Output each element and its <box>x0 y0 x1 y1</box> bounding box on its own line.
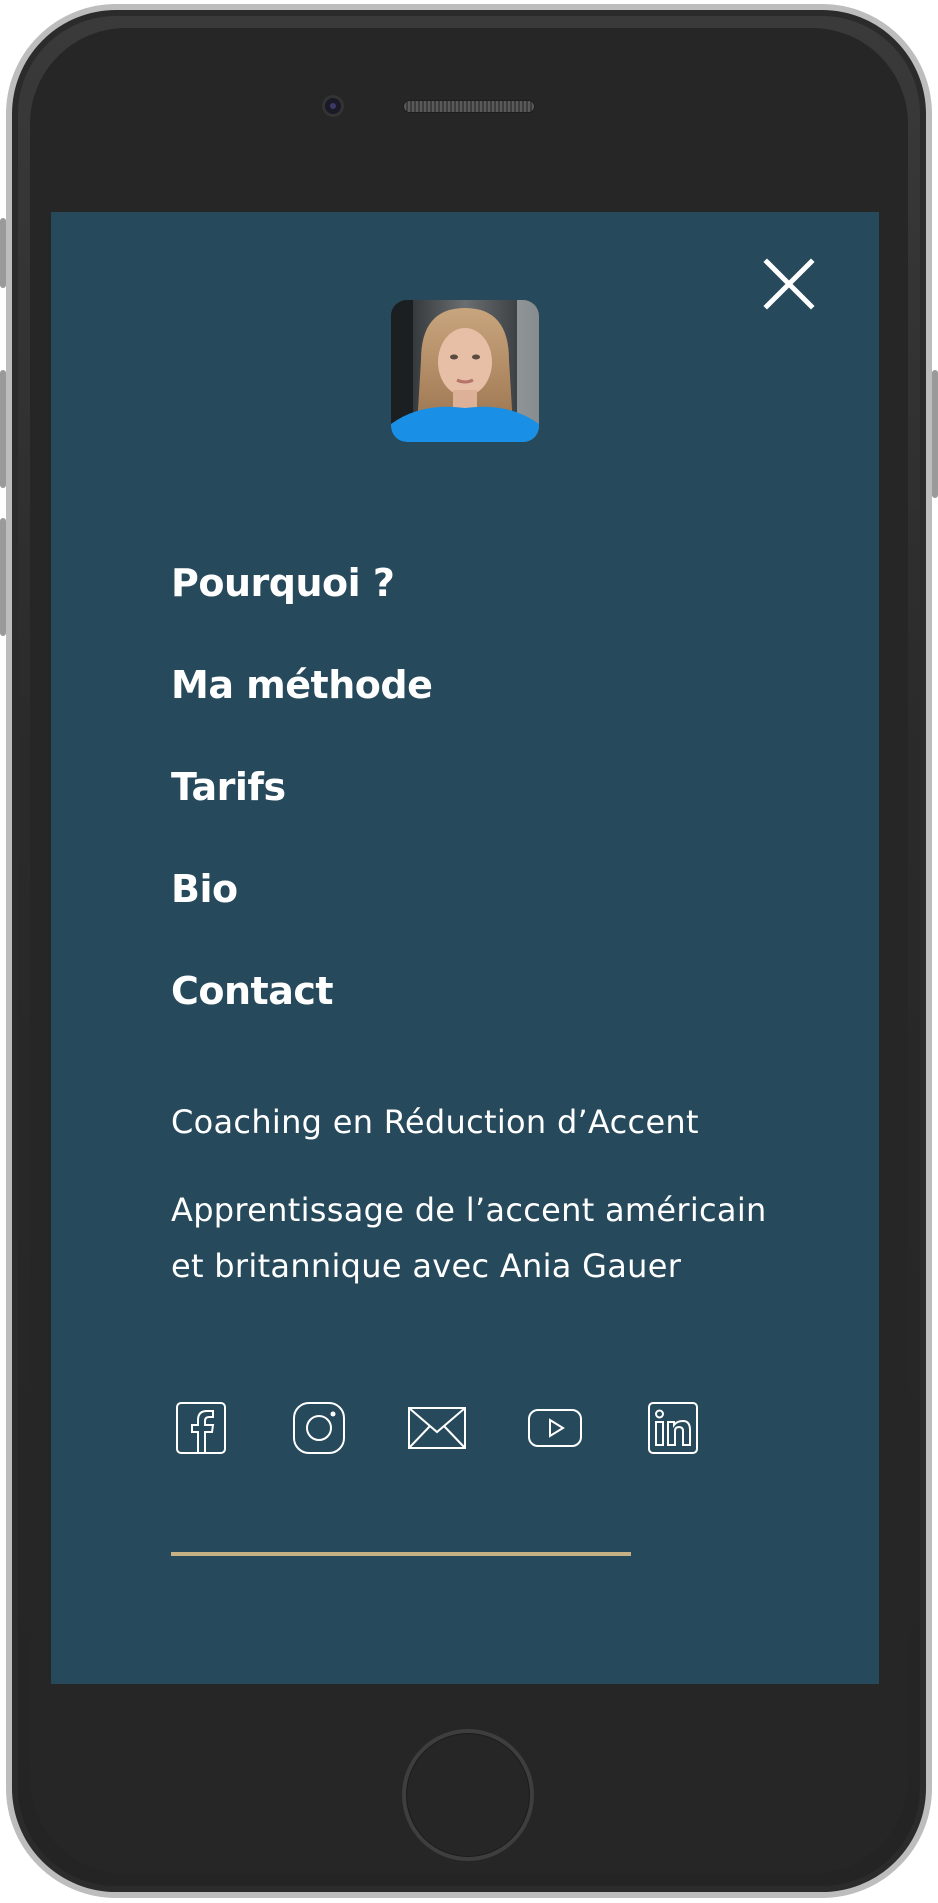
profile-photo <box>391 300 539 442</box>
instagram-link[interactable] <box>289 1398 349 1458</box>
mute-switch <box>0 218 6 288</box>
menu-link-tarifs[interactable]: Tarifs <box>171 736 286 838</box>
youtube-icon <box>528 1409 582 1447</box>
menu-item: Ma méthode <box>171 634 433 736</box>
facebook-icon <box>176 1402 226 1454</box>
facebook-link[interactable] <box>171 1398 231 1458</box>
description: Apprentissage de l’accent américain et b… <box>171 1191 767 1285</box>
home-button[interactable] <box>402 1729 534 1861</box>
youtube-link[interactable] <box>525 1398 585 1458</box>
earpiece-speaker <box>403 100 535 113</box>
menu-item: Bio <box>171 838 432 940</box>
mobile-menu-screen: Pourquoi ? Ma méthode Tarifs Bio Contact… <box>51 212 879 1684</box>
front-camera <box>322 95 344 117</box>
gold-divider <box>171 1552 631 1556</box>
menu-item: Tarifs <box>171 736 432 838</box>
close-menu-button[interactable] <box>761 256 817 312</box>
tagline: Coaching en Réduction d’Accent <box>171 1103 699 1141</box>
email-icon <box>408 1407 466 1449</box>
menu-link-contact[interactable]: Contact <box>171 940 334 1042</box>
volume-down-button <box>0 518 6 636</box>
menu-link-pourquoi[interactable]: Pourquoi ? <box>171 532 395 634</box>
power-button <box>932 370 938 498</box>
main-menu: Pourquoi ? Ma méthode Tarifs Bio Contact <box>171 532 433 1042</box>
volume-up-button <box>0 370 6 488</box>
instagram-icon <box>293 1402 345 1454</box>
menu-item: Contact <box>171 940 432 1042</box>
menu-link-ma-methode[interactable]: Ma méthode <box>171 634 433 736</box>
linkedin-link[interactable] <box>643 1398 703 1458</box>
menu-item: Pourquoi ? <box>171 532 432 634</box>
social-links <box>171 1398 761 1458</box>
menu-link-bio[interactable]: Bio <box>171 838 238 940</box>
linkedin-icon <box>648 1402 698 1454</box>
close-icon <box>763 258 815 310</box>
email-link[interactable] <box>407 1398 467 1458</box>
